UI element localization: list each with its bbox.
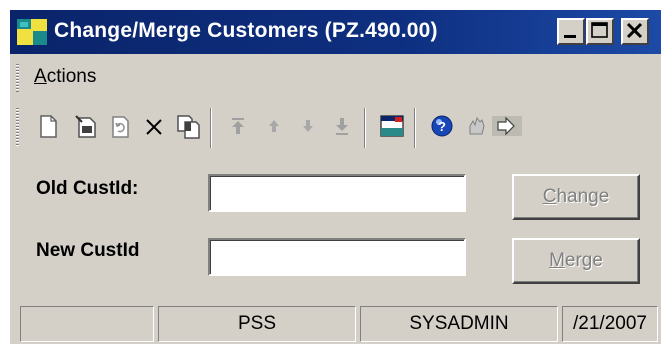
status-panel-user: SYSADMIN — [360, 306, 558, 342]
close-icon — [626, 22, 643, 39]
help-icon: ? — [431, 115, 453, 137]
toolbar-separator — [210, 108, 212, 148]
toolbar: ? — [10, 106, 661, 152]
next-record-button[interactable] — [294, 112, 322, 140]
old-custid-label: Old CustId: — [36, 178, 139, 199]
customize-icon — [469, 116, 485, 135]
save-button[interactable] — [72, 112, 100, 140]
new-button[interactable] — [34, 112, 62, 140]
change-label: hange — [556, 186, 610, 207]
status-panel-1 — [20, 306, 154, 342]
change-accel: C — [542, 186, 557, 207]
svg-text:?: ? — [438, 119, 446, 134]
menu-bar: Actions — [10, 60, 661, 94]
last-icon — [336, 118, 348, 135]
help-button[interactable]: ? — [428, 112, 456, 140]
close-screen-button[interactable] — [378, 112, 406, 140]
old-custid-input[interactable] — [208, 174, 466, 212]
maximize-icon — [591, 22, 608, 38]
new-custid-input[interactable] — [208, 238, 466, 276]
menu-actions-label: ctions — [46, 66, 97, 87]
merge-accel: M — [549, 250, 565, 271]
app-icon — [17, 19, 47, 45]
toolbar-grip — [16, 108, 19, 146]
first-record-button[interactable] — [224, 112, 252, 140]
last-record-button[interactable] — [328, 112, 356, 140]
previous-record-button[interactable] — [260, 112, 288, 140]
toolbar-separator — [414, 108, 416, 148]
minimize-button[interactable] — [557, 18, 585, 45]
delete-button[interactable] — [140, 112, 168, 140]
copy-button[interactable] — [174, 112, 202, 140]
new-icon — [40, 115, 57, 138]
delete-icon — [146, 119, 162, 135]
navigate-icon — [492, 116, 522, 136]
previous-icon — [269, 120, 279, 132]
merge-label: erge — [564, 250, 603, 271]
close-screen-icon — [380, 115, 404, 137]
menu-grip — [16, 64, 19, 92]
minimize-icon — [564, 35, 576, 38]
copy-icon — [177, 115, 200, 139]
refresh-button[interactable] — [106, 112, 134, 140]
status-panel-date: /21/2007 — [562, 306, 658, 342]
customize-button[interactable] — [462, 112, 490, 140]
window-title: Change/Merge Customers (PZ.490.00) — [54, 19, 438, 42]
refresh-icon — [112, 116, 129, 138]
menu-actions[interactable]: Actions — [34, 66, 96, 88]
menu-actions-accel: A — [34, 66, 47, 87]
title-bar[interactable]: Change/Merge Customers (PZ.490.00) — [10, 10, 661, 54]
save-icon — [75, 115, 96, 138]
status-panel-company: PSS — [158, 306, 356, 342]
change-merge-customers-window: Change/Merge Customers (PZ.490.00) Actio… — [10, 10, 661, 344]
first-icon — [232, 118, 244, 134]
close-button[interactable] — [621, 18, 649, 45]
merge-button[interactable]: Merge — [512, 238, 640, 284]
new-custid-label: New CustId — [36, 240, 140, 261]
maximize-button[interactable] — [586, 18, 614, 45]
change-button[interactable]: Change — [512, 174, 640, 220]
next-icon — [303, 120, 313, 132]
toolbar-separator — [364, 108, 366, 148]
navigate-button[interactable] — [492, 112, 522, 140]
